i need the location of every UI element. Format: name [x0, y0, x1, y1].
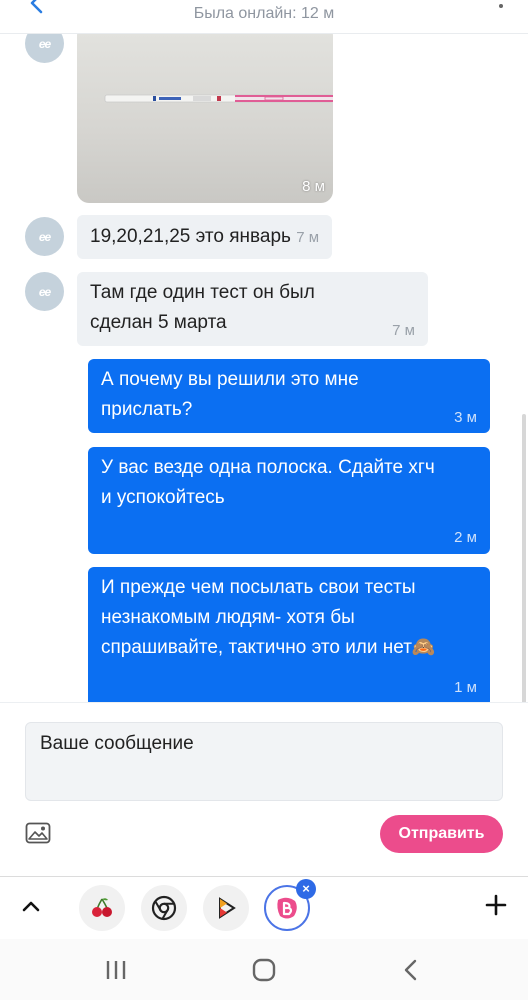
cherry-app-icon[interactable] [79, 885, 125, 931]
message-text: прислать? [101, 399, 193, 420]
message-text: Там где один тест он был [90, 282, 315, 303]
incoming-message[interactable]: 19,20,21,25 это январь 7 м [77, 215, 333, 259]
pregnancy-test-photo [104, 94, 333, 103]
app-dock: × [0, 876, 528, 939]
close-app-badge[interactable]: × [296, 879, 316, 899]
baby-app-icon[interactable]: × [264, 879, 316, 931]
avatar-initials: ee [38, 284, 51, 299]
cherry-icon [92, 898, 112, 917]
video-app-icon[interactable] [203, 885, 249, 931]
message-text: незнакомым людям- хотя бы [101, 607, 355, 628]
message-time: 2 м [454, 529, 477, 546]
send-button[interactable]: Отправить [380, 815, 503, 853]
message-text: спрашивайте, тактично это или нет🙈 [101, 637, 436, 658]
scrollbar[interactable] [522, 414, 526, 702]
outgoing-message[interactable]: И прежде чем посылать свои тесты незнако… [88, 567, 490, 702]
avatar[interactable]: ee [25, 272, 64, 311]
message-text: и успокойтесь [101, 487, 225, 508]
play-icon [219, 897, 236, 919]
outgoing-message[interactable]: У вас везде одна полоска. Сдайте хгч и у… [88, 447, 490, 554]
message-time: 3 м [454, 409, 477, 426]
chrome-app-icon[interactable] [141, 885, 187, 931]
message-text: сделан 5 марта [90, 312, 227, 333]
message-time: 8 м [302, 178, 325, 195]
add-icon[interactable] [482, 891, 510, 919]
back-icon[interactable] [398, 957, 426, 983]
message-text: 19,20,21,25 это январь [90, 226, 291, 247]
message-text: А почему вы решили это мне [101, 369, 359, 390]
chevron-up-icon[interactable] [20, 895, 42, 917]
chat-header: Была онлайн: 12 м [0, 0, 528, 34]
more-options-icon[interactable] [496, 0, 506, 12]
message-input[interactable] [25, 722, 503, 801]
system-nav-bar [0, 939, 528, 1000]
compose-area: Отправить [0, 702, 528, 876]
message-time: 7 м [296, 229, 320, 246]
avatar-initials: ee [38, 36, 51, 51]
message-list[interactable]: ee 8 м ee 19,20,21,25 это январь 7 м ee … [0, 34, 528, 702]
message-time: 1 м [454, 679, 477, 696]
message-time: 7 м [392, 322, 415, 339]
incoming-message[interactable]: Там где один тест он был сделан 5 марта … [77, 272, 428, 346]
home-icon[interactable] [250, 957, 278, 983]
avatar[interactable]: ee [25, 217, 64, 256]
baby-app-logo-icon [277, 897, 297, 919]
avatar[interactable]: ee [25, 34, 64, 63]
message-text: У вас везде одна полоска. Сдайте хгч [101, 457, 435, 478]
image-attach-icon[interactable] [25, 822, 51, 844]
outgoing-message[interactable]: А почему вы решили это мне прислать? 3 м [88, 359, 490, 433]
recent-apps-icon[interactable] [102, 957, 130, 983]
photo-message[interactable]: 8 м [77, 34, 333, 203]
chrome-icon [151, 895, 177, 921]
avatar-initials: ee [38, 229, 51, 244]
message-text: И прежде чем посылать свои тесты [101, 577, 416, 598]
last-seen-status: Была онлайн: 12 м [193, 5, 335, 22]
